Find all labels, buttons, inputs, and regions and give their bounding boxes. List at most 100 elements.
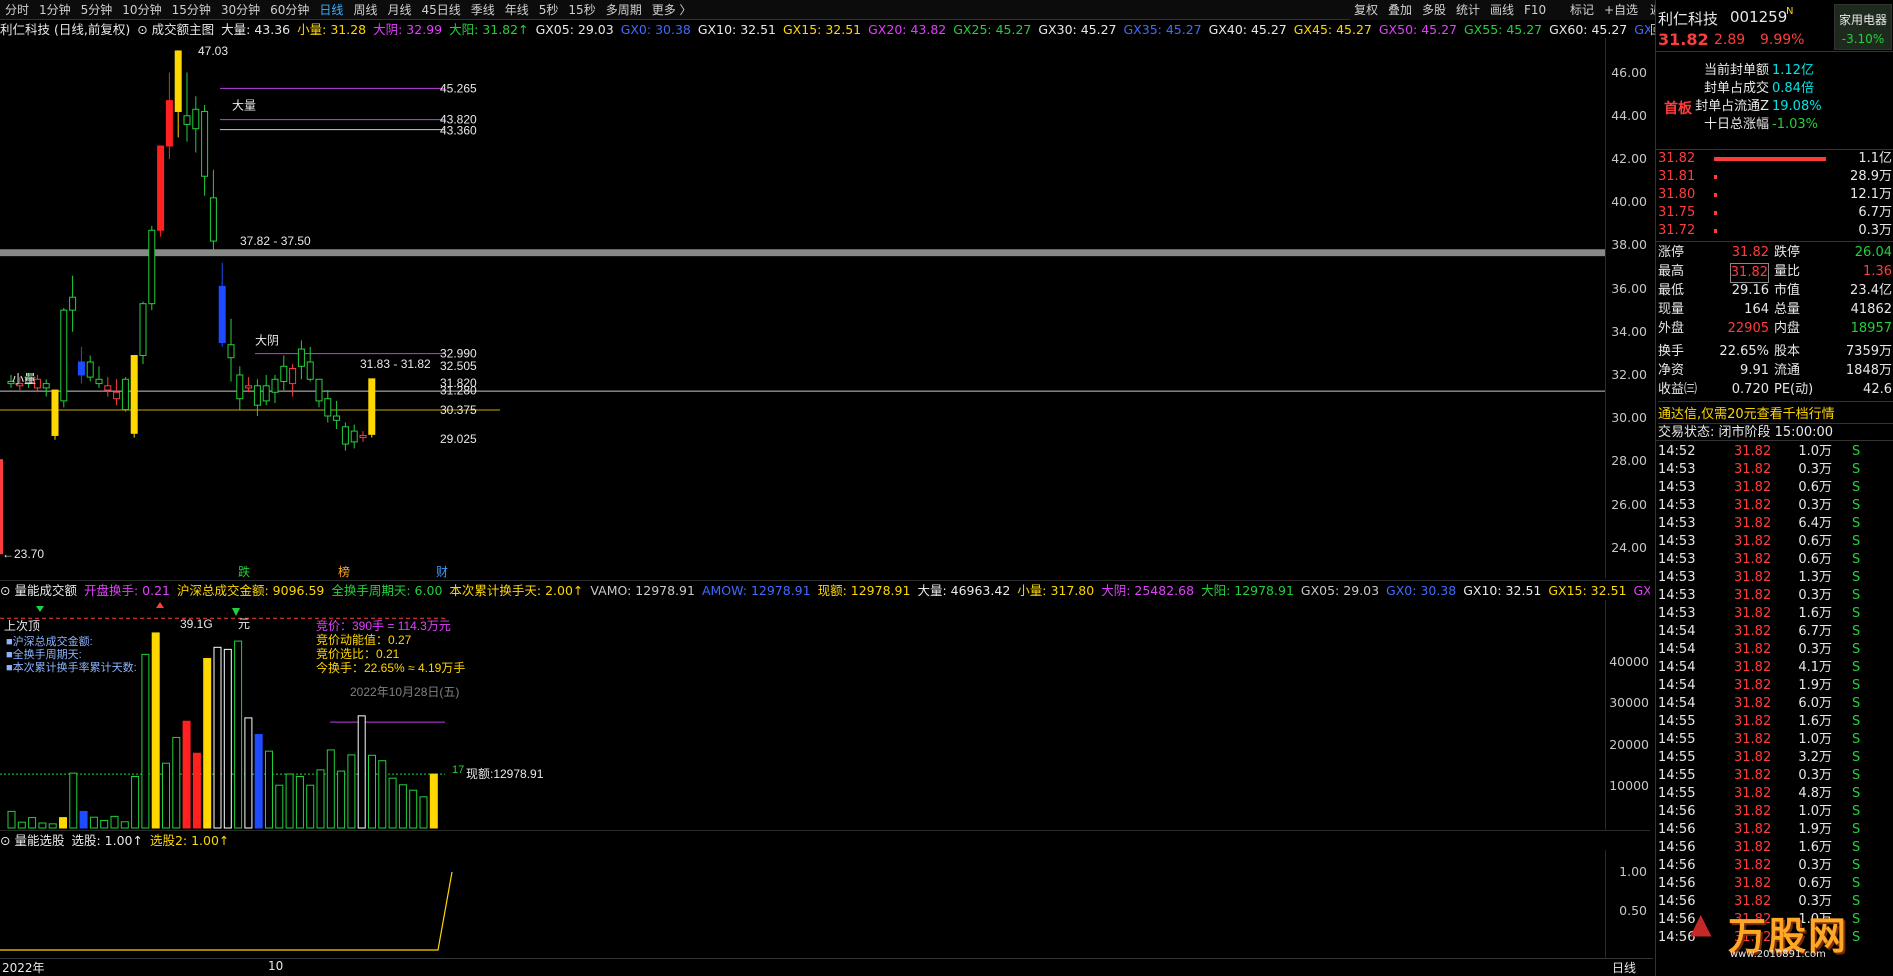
volume-chart[interactable]: 上次顶■沪深总成交金额:■全换手周期天:■本次累计换手率累计天数: 竞价：390手…: [0, 600, 1605, 830]
stat-key: 收益㈢: [1658, 382, 1698, 397]
candle-body: [174, 50, 182, 112]
tick-volume: 1.9万: [1798, 678, 1832, 693]
tick-row: 14:55 31.82 0.3万 S: [1656, 767, 1893, 785]
toolbar-btn-7[interactable]: +自选: [1604, 0, 1638, 20]
vol-bar: [162, 762, 170, 829]
tick-price: 31.82: [1734, 822, 1772, 837]
stat-key: 外盘: [1658, 321, 1685, 336]
tick-price: 31.82: [1734, 750, 1772, 765]
period-tab-15[interactable]: 多周期: [601, 0, 647, 19]
trading-status: 交易状态: 闭市阶段 15:00:00: [1658, 425, 1834, 440]
tick-volume: 0.3万: [1798, 768, 1832, 783]
price-chart[interactable]: 47.0345.26543.82043.360大量37.82 - 37.50大阴…: [0, 38, 1605, 578]
period-tab-10[interactable]: 45日线: [416, 0, 465, 19]
period-tab-2[interactable]: 5分钟: [76, 0, 118, 19]
vol-bar: [347, 754, 356, 829]
vol-bar: [89, 816, 98, 829]
tick-price: 31.82: [1734, 462, 1772, 477]
tick-price: 31.82: [1734, 768, 1772, 783]
period-tab-9[interactable]: 月线: [382, 0, 416, 19]
period-tab-13[interactable]: 5秒: [534, 0, 564, 19]
vol-bar: [285, 773, 294, 829]
main-header-item: GX30: 45.27: [1038, 22, 1117, 37]
last-top-label: 上次顶: [4, 619, 40, 633]
sector-change: -3.10%: [1841, 32, 1885, 46]
tick-side: S: [1852, 696, 1861, 711]
tick-side: S: [1852, 678, 1861, 693]
down-arrow-icon: [36, 606, 44, 612]
period-tab-14[interactable]: 15秒: [563, 0, 600, 19]
vol-tick: 10000: [1609, 778, 1649, 794]
vol-bar: [131, 775, 140, 829]
toolbar-btn-0[interactable]: 复权: [1354, 0, 1378, 20]
tick-volume: 4.8万: [1798, 786, 1832, 801]
vol-bar: [316, 769, 325, 829]
vol-bar: [203, 658, 212, 829]
main-header-item: GX55: 45.27: [1464, 22, 1543, 37]
price-tick: 24.00: [1611, 539, 1647, 555]
tick-volume: 6.0万: [1798, 696, 1832, 711]
price-tick: 28.00: [1611, 453, 1647, 469]
range2-label: 31.83 - 31.82: [360, 357, 431, 371]
toolbar-btn-2[interactable]: 多股: [1422, 0, 1446, 20]
pct: 9.99%: [1760, 32, 1805, 48]
tick-price: 31.82: [1734, 498, 1772, 513]
stat-key: 量比: [1774, 264, 1801, 279]
period-tab-8[interactable]: 周线: [348, 0, 382, 19]
selection-chart[interactable]: [0, 850, 1605, 958]
period-tab-12[interactable]: 年线: [500, 0, 534, 19]
period-tab-16[interactable]: 更多 〉: [647, 0, 697, 19]
tick-volume: 1.6万: [1798, 840, 1832, 855]
toolbar-btn-5[interactable]: F10: [1524, 0, 1546, 20]
buy-volume: 12.1万: [1850, 187, 1892, 202]
toolbar-btn-3[interactable]: 统计: [1456, 0, 1480, 20]
high-label: 47.03: [198, 44, 228, 58]
candle-body: [165, 100, 173, 147]
prev-candle: [0, 459, 3, 555]
tick-row: 14:53 31.82 0.6万 S: [1656, 533, 1893, 551]
main-header-item: GX40: 45.27: [1208, 22, 1287, 37]
tick-volume: 0.6万: [1798, 876, 1832, 891]
toolbar-btn-4[interactable]: 画线: [1490, 0, 1514, 20]
stat-value: 29.16: [1731, 283, 1769, 298]
period-tab-1[interactable]: 1分钟: [34, 0, 76, 19]
tick-price: 31.82: [1734, 444, 1772, 459]
price-axis: 46.00 44.00 42.00 40.00 38.00 36.00 34.00 32.00…: [1605, 38, 1653, 578]
tick-side: S: [1852, 768, 1861, 783]
vol-bar: [295, 775, 304, 829]
period-label[interactable]: 日线: [1612, 959, 1636, 976]
main-header-item: GX45: 45.27: [1293, 22, 1372, 37]
stat-value: 22905: [1727, 321, 1769, 336]
vol-header-item: GX0: 30.38: [1386, 583, 1457, 598]
period-tab-6[interactable]: 60分钟: [265, 0, 314, 19]
event-fin: 财: [436, 565, 448, 578]
candle-body: [350, 430, 358, 443]
price-tick: 32.00: [1611, 366, 1647, 382]
vol-tick: 40000: [1609, 653, 1649, 669]
sel-header-item: 选股2: 1.00↑: [149, 833, 230, 848]
period-tab-0[interactable]: 分时: [0, 0, 34, 19]
tick-volume: 4.1万: [1798, 660, 1832, 675]
price-tick: 30.00: [1611, 410, 1647, 426]
buy-volume: 6.7万: [1858, 205, 1892, 220]
vol-header-item: 本次累计换手天: 2.00↑: [449, 583, 584, 598]
toolbar-btn-1[interactable]: 叠加: [1388, 0, 1412, 20]
period-tab-4[interactable]: 15分钟: [167, 0, 216, 19]
main-header-item: GX60: 45.27: [1549, 22, 1628, 37]
vol-header-item: GX20: 43.82: [1633, 583, 1650, 598]
tick-price: 31.82: [1734, 588, 1772, 603]
period-tab-11[interactable]: 季线: [466, 0, 500, 19]
current-amt-label: 现额:12978.91: [466, 767, 544, 781]
period-tab-3[interactable]: 10分钟: [117, 0, 166, 19]
stat-key: 内盘: [1774, 321, 1801, 336]
vol-bar: [398, 784, 407, 829]
tick-price: 31.82: [1734, 678, 1772, 693]
period-tab-7[interactable]: 日线: [314, 0, 348, 19]
sector-box[interactable]: 家用电器 -3.10%: [1834, 4, 1892, 50]
period-tab-5[interactable]: 30分钟: [216, 0, 265, 19]
tick-row: 14:52 31.82 1.0万 S: [1656, 443, 1893, 461]
selection-indicator-header: ⊙ 量能选股 选股: 1.00↑ 选股2: 1.00↑: [0, 830, 1650, 850]
stat-row: 涨停 31.82 跌停 26.04: [1656, 244, 1893, 262]
toolbar-btn-6[interactable]: 标记: [1570, 0, 1594, 20]
candle-body: [77, 361, 85, 376]
